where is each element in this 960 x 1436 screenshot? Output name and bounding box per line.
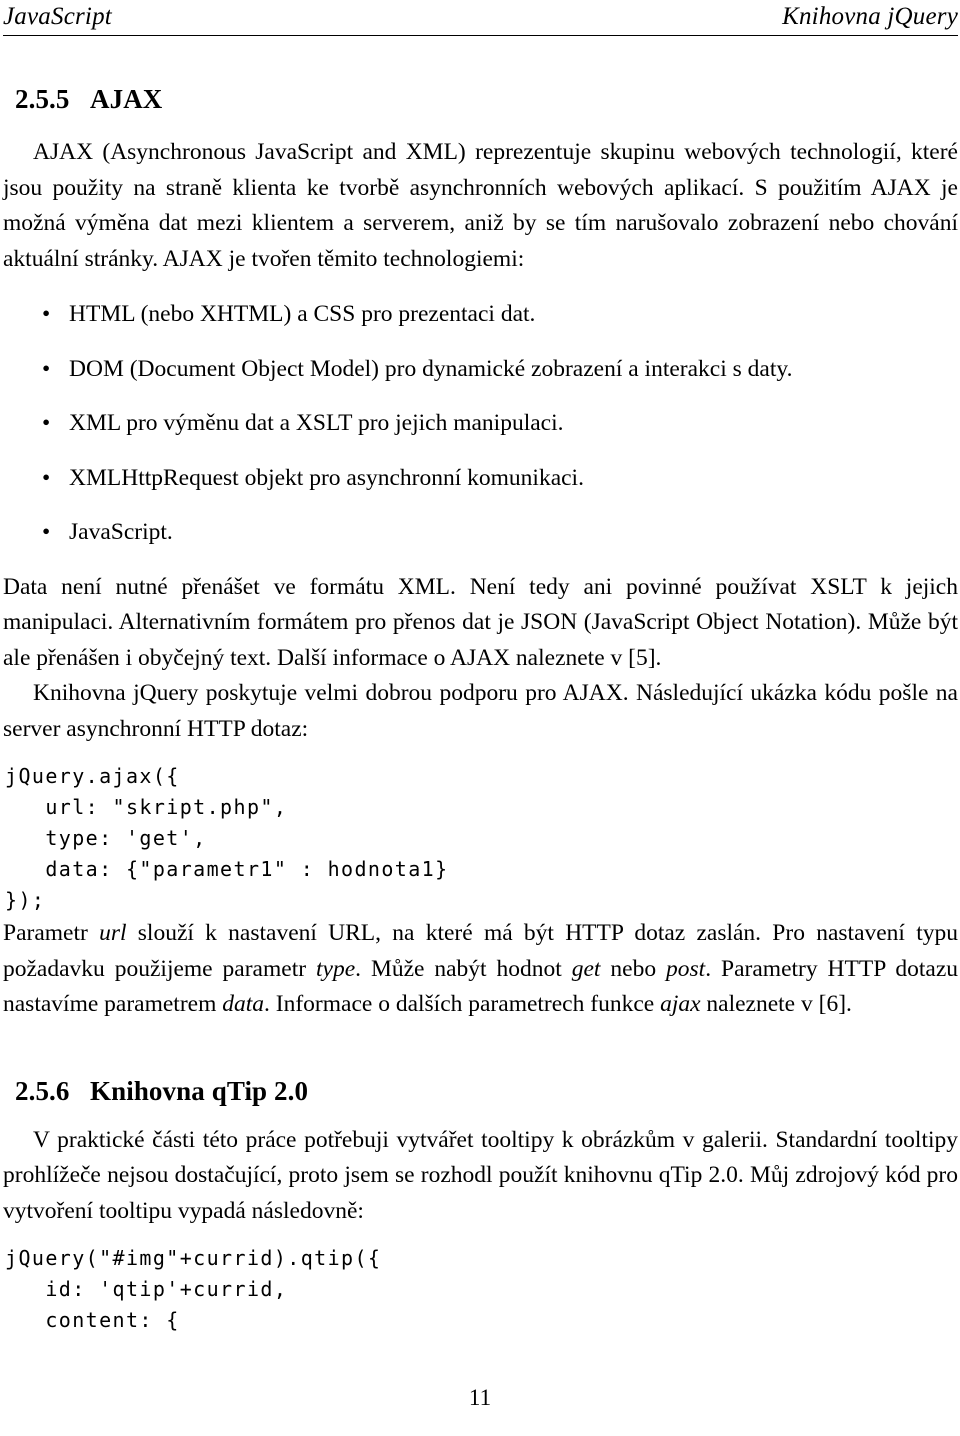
section-number: 2.5.6 [15,1075,70,1106]
bullet-icon: • [42,355,51,382]
param-text-6: . Informace o dalších parametrech funkce [264,991,661,1017]
list-item-label: HTML (nebo XHTML) a CSS pro prezentaci d… [69,301,536,327]
header-left-title: JavaScript [3,3,112,30]
page-content: JavaScript Knihovna jQuery 2.5.5 AJAX AJA… [3,0,958,1336]
param-term-get: get [571,955,601,982]
list-item: • XMLHttpRequest objekt pro asynchronní … [3,461,958,497]
bullet-icon: • [42,410,51,436]
section-title: AJAX [90,84,163,114]
header-divider [3,35,958,36]
section-heading-qtip: 2.5.6 Knihovna qTip 2.0 [15,1075,958,1107]
paragraph-ajax-intro: AJAX (Asynchronous JavaScript and XML) r… [3,139,958,272]
param-text-4: nebo [600,955,667,982]
list-item: • XML pro výměnu dat a XSLT pro jejich m… [3,406,958,442]
ajax-technologies-list: • HTML (nebo XHTML) a CSS pro prezentaci… [3,297,958,551]
list-item-label: JavaScript. [69,519,173,545]
param-text-3: . Může nabýt hodnot [355,955,572,982]
paragraph-ajax-parameters: Parametr url slouží k nastavení URL, na … [3,916,958,1023]
list-item: • JavaScript. [3,515,958,551]
page-number: 11 [468,1385,492,1410]
list-item-label: XML pro výměnu dat a XSLT pro jejich man… [69,410,564,436]
param-term-ajax: ajax [660,991,701,1017]
code-block-ajax-call: jQuery.ajax({ url: "skript.php", type: '… [5,764,449,912]
param-text-7: naleznete v [6]. [700,991,852,1017]
param-term-type: type [315,955,356,982]
section-heading-ajax: 2.5.5 AJAX [15,83,958,115]
param-term-post: post [666,955,706,982]
bullet-icon: • [42,519,51,545]
header-right-title: Knihovna jQuery [782,3,958,30]
param-term-data: data [222,991,265,1017]
list-item: • HTML (nebo XHTML) a CSS pro prezentaci… [3,297,958,333]
param-text-1: Parametr [3,920,100,946]
paragraph-data-format: Data není nutné přenášet ve formátu XML.… [3,573,958,671]
code-block-qtip-call: jQuery("#img"+currid).qtip({ id: 'qtip'+… [5,1246,382,1332]
paragraph-qtip-intro: V praktické části této práce potřebuji v… [3,1126,958,1224]
list-item: • DOM (Document Object Model) pro dynami… [3,352,958,388]
list-item-label: XMLHttpRequest objekt pro asynchronní ko… [69,464,584,491]
section-number: 2.5.5 [15,84,70,114]
param-term-url: url [99,920,127,946]
section-title: Knihovna qTip 2.0 [90,1075,309,1106]
document-page: JavaScript Knihovna jQuery 2.5.5 AJAX AJA… [0,0,960,1436]
running-header: JavaScript Knihovna jQuery [3,0,958,32]
bullet-icon: • [42,464,51,491]
list-item-label: DOM (Document Object Model) pro dynamick… [69,355,793,382]
paragraph-jquery-support: Knihovna jQuery poskytuje velmi dobrou p… [3,680,958,742]
bullet-icon: • [42,301,51,327]
